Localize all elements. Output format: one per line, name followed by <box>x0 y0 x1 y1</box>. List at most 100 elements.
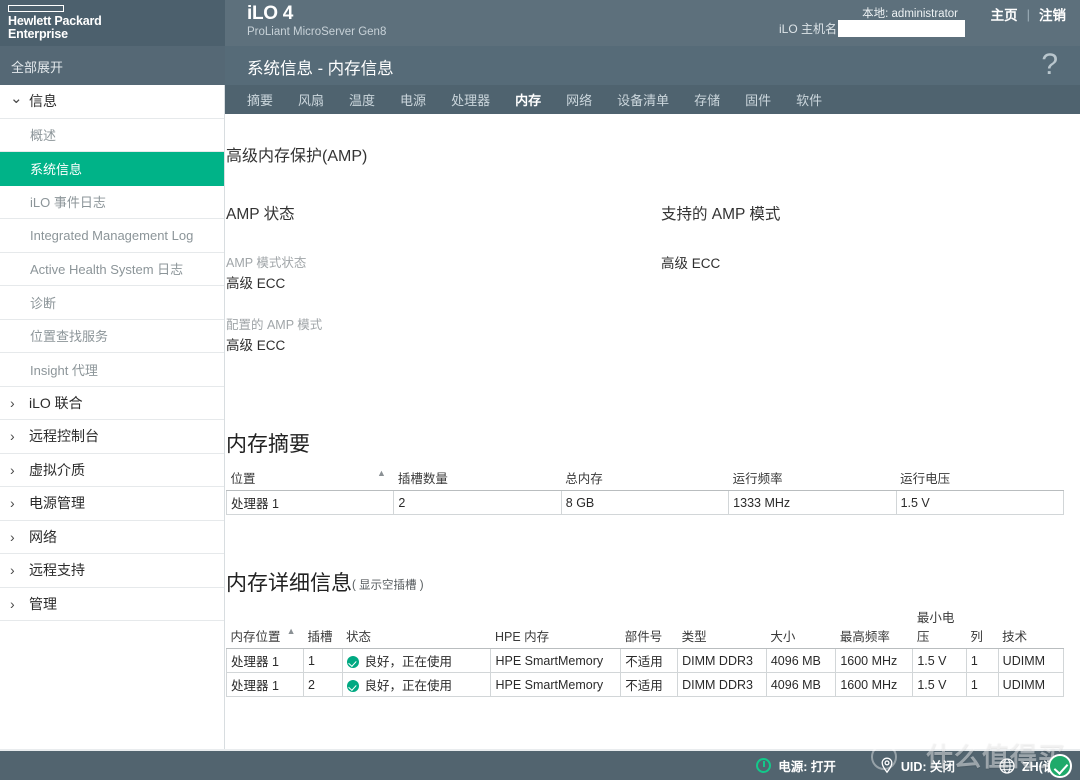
local-user-label: 本地: administrator <box>862 8 958 20</box>
tab-5[interactable]: 内存 <box>515 90 541 109</box>
tab-10[interactable]: 软件 <box>796 90 822 109</box>
detail-col-label: 大小 <box>770 630 796 644</box>
tab-1[interactable]: 风扇 <box>298 90 324 109</box>
watermark-check-badge <box>1048 754 1072 778</box>
sidebar-item-label: iLO 事件日志 <box>30 195 106 211</box>
home-link[interactable]: 主页 <box>991 4 1018 24</box>
tab-7[interactable]: 设备清单 <box>617 90 669 109</box>
sidebar-item-5[interactable]: Active Health System 日志 <box>0 253 224 286</box>
sidebar-item-2[interactable]: 系统信息 <box>0 152 224 186</box>
sidebar-item-11[interactable]: › 虚拟介质 <box>0 454 224 487</box>
sidebar-item-15[interactable]: › 管理 <box>0 588 224 621</box>
sidebar-item-label: 系统信息 <box>30 161 83 177</box>
detail-col-header-7[interactable]: 最高频率 <box>835 605 913 649</box>
memory-detail-subtitle[interactable]: ( 显示空插槽 ) <box>352 579 424 591</box>
server-model: ProLiant MicroServer Gen8 <box>247 26 387 38</box>
detail-col-header-4[interactable]: 部件号 <box>620 605 678 649</box>
tab-8[interactable]: 存储 <box>694 90 720 109</box>
summary-col-header-2[interactable]: 总内存 <box>561 466 729 491</box>
sidebar-item-3[interactable]: iLO 事件日志 <box>0 186 224 219</box>
sidebar-item-label: Active Health System 日志 <box>30 262 184 278</box>
detail-col-label: 内存位置 <box>230 630 281 644</box>
status-bar: 电源: 打开 UID: 关闭 ZH(语言) <box>0 751 1080 780</box>
chevron-right-icon: › <box>10 461 15 478</box>
detail-col-header-2[interactable]: 状态 <box>342 605 491 649</box>
chevron-right-icon: › <box>10 595 15 612</box>
sort-ascending-icon: ▲ <box>376 468 386 478</box>
tab-4[interactable]: 处理器 <box>451 90 490 109</box>
ilo-web-interface: Hewlett Packard Enterprise iLO 4 ProLian… <box>0 0 1080 780</box>
detail-cell-slot: 2 <box>303 672 342 697</box>
logout-link[interactable]: 注销 <box>1039 4 1066 24</box>
amp-mode-status-value: 高级 ECC <box>226 276 286 291</box>
detail-col-header-6[interactable]: 大小 <box>766 605 836 649</box>
help-icon[interactable]: ? <box>1041 48 1058 82</box>
hostname-value-redacted <box>838 20 965 37</box>
summary-col-label: 插槽数量 <box>397 472 448 486</box>
detail-col-header-5[interactable]: 类型 <box>677 605 767 649</box>
amp-mode-status-label: AMP 模式状态 <box>226 256 307 270</box>
sidebar-item-label: 远程支持 <box>29 562 85 579</box>
summary-col-label: 位置 <box>230 472 256 486</box>
table-row[interactable]: 处理器 128 GB 1333 MHz 1.5 V <box>226 490 1065 515</box>
sidebar-item-0[interactable]: ⌄ 信息 <box>0 85 224 119</box>
detail-cell-max-frequency: 1600 MHz <box>835 672 913 697</box>
detail-col-label: 类型 <box>681 630 707 644</box>
sidebar-item-12[interactable]: › 电源管理 <box>0 487 224 521</box>
tab-bar: 摘要 风扇 温度 电源 处理器 内存 网络 设备清单 存储 固件 软件 <box>225 85 1080 114</box>
brand-bar: iLO 4 ProLiant MicroServer Gen8 本地: admi… <box>225 0 1080 46</box>
chevron-right-icon: › <box>10 495 15 512</box>
detail-cell-ranks: 1 <box>965 648 999 673</box>
sidebar-item-4[interactable]: Integrated Management Log <box>0 219 224 253</box>
amp-mode-status-field: AMP 模式状态 高级 ECC <box>226 252 661 292</box>
detail-cell-location: 处理器 1 <box>226 648 304 673</box>
detail-col-header-1[interactable]: 插槽 <box>303 605 342 649</box>
sidebar-item-10[interactable]: › 远程控制台 <box>0 420 224 454</box>
amp-configured-mode-field: 配置的 AMP 模式 高级 ECC <box>226 314 661 354</box>
summary-col-header-1[interactable]: 插槽数量 <box>393 466 562 491</box>
memory-detail-title: 内存详细信息( 显示空插槽 ) <box>226 567 1064 597</box>
sidebar-item-label: Insight 代理 <box>30 362 98 378</box>
detail-col-header-8[interactable]: 最小电压 <box>912 605 967 649</box>
summary-cell: 8 GB <box>560 490 729 515</box>
summary-col-header-3[interactable]: 运行频率 <box>728 466 897 491</box>
uid-status-label: UID: 关闭 <box>900 760 955 774</box>
expand-all-button[interactable]: 全部展开 <box>0 46 225 85</box>
sidebar-item-13[interactable]: › 网络 <box>0 521 224 554</box>
power-status-label: 电源: 打开 <box>778 760 836 774</box>
detail-cell-size: 4096 MB <box>765 648 836 673</box>
power-status[interactable]: 电源: 打开 <box>756 756 836 775</box>
amp-columns: AMP 状态 AMP 模式状态 高级 ECC 配置的 AMP 模式 高级 ECC… <box>226 202 1064 376</box>
amp-supported-value: 高级 ECC <box>661 256 721 271</box>
tab-9[interactable]: 固件 <box>745 90 771 109</box>
chevron-right-icon: › <box>10 428 15 445</box>
summary-col-header-4[interactable]: 运行电压 <box>896 466 1064 491</box>
summary-col-header-0[interactable]: 位置 ▲ <box>226 466 394 491</box>
detail-col-header-10[interactable]: 技术 <box>998 605 1064 649</box>
sidebar-item-14[interactable]: › 远程支持 <box>0 554 224 588</box>
detail-col-header-9[interactable]: 列 <box>966 605 999 649</box>
detail-cell-hpe-memory: HPE SmartMemory <box>490 648 621 673</box>
table-row[interactable]: 处理器 1 2 良好，正在使用 HPE SmartMemory 不适用 DIMM DDR3… <box>226 672 1065 697</box>
sidebar-item-8[interactable]: Insight 代理 <box>0 353 224 387</box>
hostname-row: iLO 主机名 <box>779 20 965 37</box>
amp-configured-mode-label: 配置的 AMP 模式 <box>226 318 323 332</box>
hpe-logo-mark <box>8 5 64 12</box>
sidebar-item-1[interactable]: 概述 <box>0 119 224 152</box>
sidebar-item-6[interactable]: 诊断 <box>0 286 224 320</box>
detail-cell-type: DIMM DDR3 <box>677 648 767 673</box>
tab-3[interactable]: 电源 <box>400 90 426 109</box>
tab-2[interactable]: 温度 <box>349 90 375 109</box>
detail-col-header-3[interactable]: HPE 内存 <box>490 605 621 649</box>
hpe-logo[interactable]: Hewlett Packard Enterprise <box>0 0 225 46</box>
detail-col-header-0[interactable]: 内存位置 ▲ <box>226 605 304 649</box>
summary-cell: 1333 MHz <box>728 490 897 515</box>
sidebar-item-9[interactable]: › iLO 联合 <box>0 387 224 420</box>
table-row[interactable]: 处理器 1 1 良好，正在使用 HPE SmartMemory 不适用 DIMM DDR3… <box>226 648 1065 673</box>
sidebar-item-7[interactable]: 位置查找服务 <box>0 320 224 353</box>
tab-6[interactable]: 网络 <box>566 90 592 109</box>
table-header-row: 内存位置 ▲ 插槽 状态 HPE 内存 部件号 类型 大小 最高频率 最小电压列 技术 <box>226 605 1064 649</box>
summary-col-label: 运行电压 <box>900 472 951 486</box>
tab-0[interactable]: 摘要 <box>247 90 273 109</box>
main-content: 高级内存保护(AMP) AMP 状态 AMP 模式状态 高级 ECC 配置的 A… <box>226 114 1080 751</box>
